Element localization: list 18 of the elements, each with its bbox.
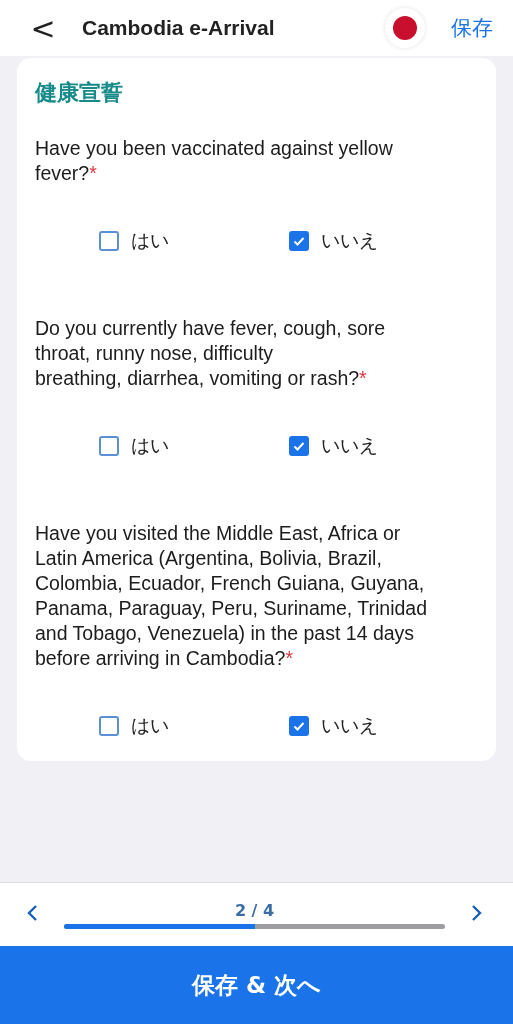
save-button[interactable]: 保存 (451, 14, 493, 42)
checkbox-option[interactable]: いいえ (288, 713, 378, 739)
checkbox-option[interactable]: はい (99, 433, 169, 459)
chevron-left-icon[interactable] (26, 903, 38, 922)
back-button[interactable]: < (28, 10, 58, 46)
question-text: Have you been vaccinated against yellow fever?* (35, 136, 394, 186)
question-text: Do you currently have fever, cough, sore throat, runny nose, difficulty breathing, diarrhea, vomiting or rash?* (35, 316, 387, 391)
checkbox-option[interactable]: はい (99, 228, 169, 254)
save-next-button[interactable]: 保存 & 次へ (0, 946, 513, 1024)
page-indicator: 2 / 4 (234, 900, 275, 920)
question-text: Have you visited the Middle East, Africa or Latin America (Argentina, Bolivia, Brazil, Colombia, Ecuador, French Guiana, Guyana, Panama, Paraguay, Peru, Suriname, Trinidad and Tobago, Venezuela) in the past 14 days before arriving in Cambodia?* (35, 521, 429, 671)
section-title: 健康宣誓 (35, 79, 124, 107)
chevron-right-icon[interactable] (471, 903, 483, 922)
checkbox-option[interactable]: いいえ (288, 228, 378, 254)
checkbox-option[interactable]: はい (99, 713, 169, 739)
checkbox-option[interactable]: いいえ (288, 433, 378, 459)
flag-icon[interactable] (385, 8, 425, 48)
app-title: Cambodia e-Arrival (82, 16, 276, 40)
